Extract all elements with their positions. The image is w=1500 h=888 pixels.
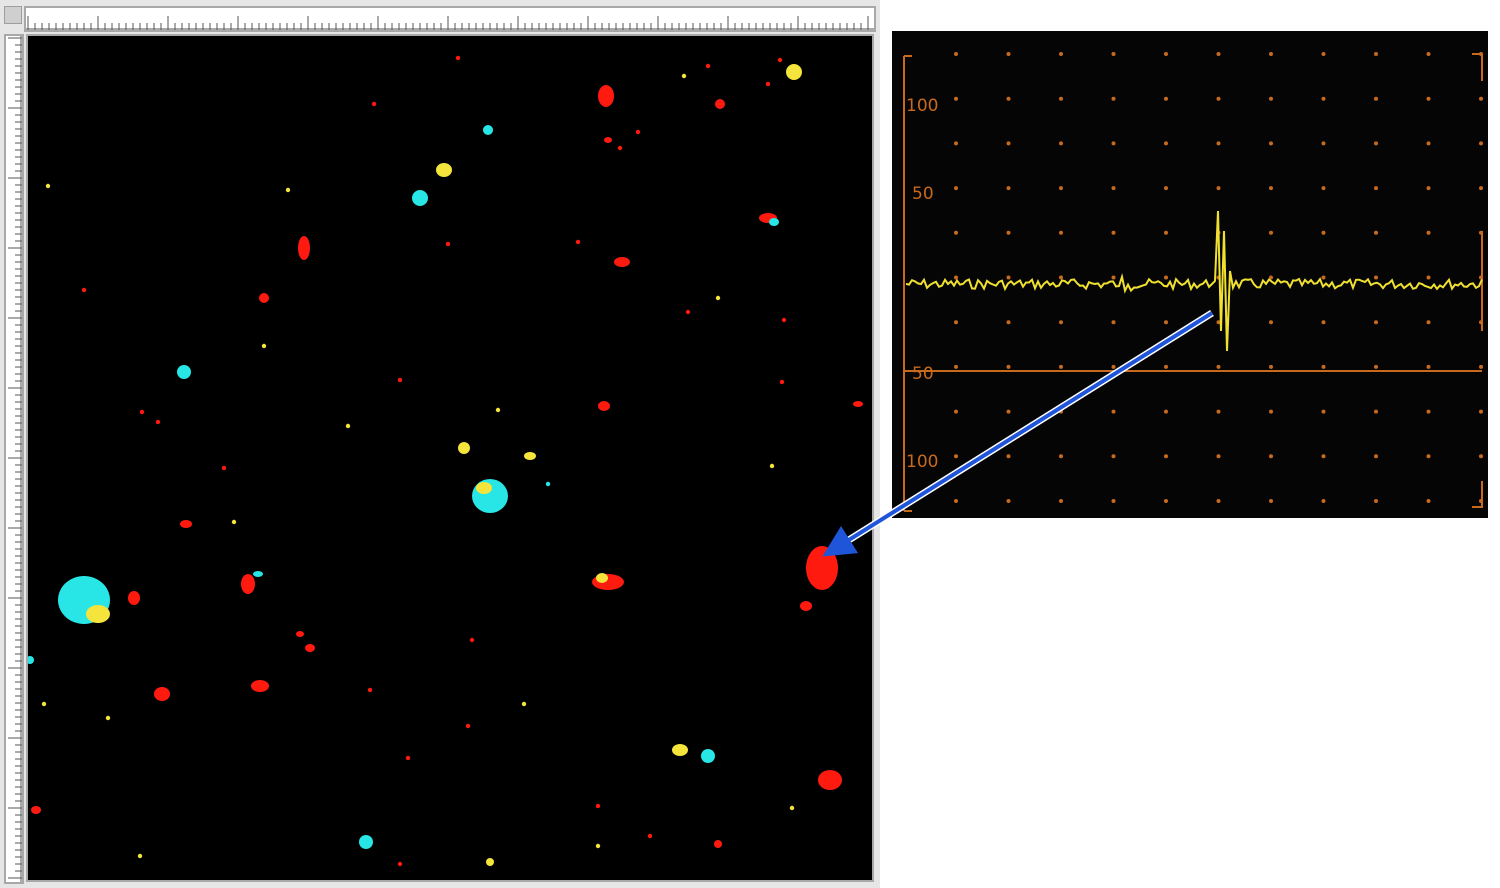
cscan-defect-5 — [436, 163, 452, 177]
cscan-defect-15 — [458, 442, 470, 454]
cscan-speck-13 — [495, 407, 501, 413]
cscan-speck-37 — [781, 317, 787, 323]
cscan-speck-7 — [575, 239, 581, 245]
cscan-speck-10 — [155, 419, 161, 425]
cscan-speck-31 — [137, 853, 143, 859]
cscan-defect-24 — [253, 571, 263, 577]
cscan-speck-12 — [397, 377, 403, 383]
cscan-speck-24 — [521, 701, 527, 707]
cscan-speck-35 — [681, 73, 687, 79]
cscan-speck-36 — [455, 55, 461, 61]
cscan-speck-6 — [445, 241, 451, 247]
cscan-speck-4 — [261, 343, 267, 349]
cscan-defect-38 — [714, 840, 722, 848]
cscan-speck-25 — [465, 723, 471, 729]
cscan-defect-31 — [154, 687, 170, 701]
horizontal-ruler-ticks — [26, 16, 874, 30]
ascan-panel[interactable]: 100 50 50 100 — [892, 31, 1488, 518]
cscan-defect-40 — [28, 656, 34, 664]
cscan-defect-18 — [476, 482, 492, 494]
cscan-defect-27 — [806, 546, 838, 590]
cscan-speck-34 — [777, 57, 783, 63]
cscan-defect-6 — [412, 190, 428, 206]
cscan-defect-36 — [359, 835, 373, 849]
cscan-speck-16 — [769, 463, 775, 469]
cscan-speck-23 — [469, 637, 475, 643]
cscan-defect-19 — [180, 520, 192, 528]
cscan-defect-14 — [853, 401, 863, 407]
cscan-speck-38 — [705, 63, 711, 69]
cscan-defect-21 — [86, 605, 110, 623]
cscan-defect-10 — [614, 257, 630, 267]
ascan-tick-label-1: 100 — [906, 96, 938, 116]
cscan-defect-16 — [524, 452, 536, 460]
cscan-defect-3 — [483, 125, 493, 135]
cscan-speck-11 — [345, 423, 351, 429]
cscan-defect-2 — [715, 99, 725, 109]
ascan-signal-trace — [905, 210, 1483, 352]
cscan-speck-14 — [779, 379, 785, 385]
cscan-defect-26 — [596, 573, 608, 583]
cscan-speck-20 — [41, 701, 47, 707]
cscan-defect-22 — [128, 591, 140, 605]
vertical-ruler[interactable] — [4, 34, 24, 884]
cscan-defect-32 — [251, 680, 269, 692]
cscan-defect-23 — [241, 574, 255, 594]
cscan-defect-map — [28, 55, 863, 867]
cscan-speck-39 — [595, 843, 601, 849]
ascan-tick-label-3: 50 — [912, 364, 934, 384]
cscan-speck-3 — [81, 287, 87, 293]
cscan-speck-15 — [231, 519, 237, 525]
ascan-plot: 100 50 50 100 — [903, 52, 1483, 512]
cscan-speck-29 — [789, 805, 795, 811]
cscan-defect-34 — [701, 749, 715, 763]
cscan-defect-35 — [818, 770, 842, 790]
cscan-speck-33 — [617, 145, 623, 151]
cscan-defect-37 — [31, 806, 41, 814]
cscan-speck-32 — [635, 129, 641, 135]
cscan-defect-28 — [800, 601, 812, 611]
cscan-defect-30 — [305, 644, 315, 652]
cscan-speck-9 — [715, 295, 721, 301]
cscan-speck-17 — [139, 409, 145, 415]
vertical-ruler-ticks — [8, 36, 22, 882]
cscan-speck-19 — [545, 481, 551, 487]
cscan-defect-7 — [298, 236, 310, 260]
cscan-speck-8 — [685, 309, 691, 315]
cscan-defect-9 — [769, 218, 779, 226]
ruler-corner — [4, 6, 22, 24]
cscan-speck-21 — [105, 715, 111, 721]
cscan-window — [0, 0, 880, 888]
cscan-speck-5 — [765, 81, 771, 87]
cscan-defect-39 — [486, 858, 494, 866]
cscan-speck-30 — [647, 833, 653, 839]
cscan-speck-0 — [285, 187, 291, 193]
ascan-tick-label-2: 50 — [912, 184, 934, 204]
cscan-defect-12 — [177, 365, 191, 379]
cscan-speck-22 — [367, 687, 373, 693]
cscan-defect-29 — [296, 631, 304, 637]
horizontal-ruler[interactable] — [24, 6, 876, 32]
cscan-speck-28 — [595, 803, 601, 809]
cscan-defect-33 — [672, 744, 688, 756]
ascan-tick-label-4: 100 — [906, 452, 938, 472]
cscan-defect-11 — [259, 293, 269, 303]
cscan-defect-4 — [604, 137, 612, 143]
cscan-defect-1 — [786, 64, 802, 80]
cscan-speck-2 — [45, 183, 51, 189]
cscan-image[interactable] — [26, 34, 874, 882]
ascan-grid — [903, 52, 1483, 512]
cscan-speck-26 — [405, 755, 411, 761]
cscan-speck-27 — [397, 861, 403, 867]
cscan-speck-1 — [371, 101, 377, 107]
cscan-defect-13 — [598, 401, 610, 411]
cscan-defect-0 — [598, 85, 614, 107]
cscan-speck-18 — [221, 465, 227, 471]
